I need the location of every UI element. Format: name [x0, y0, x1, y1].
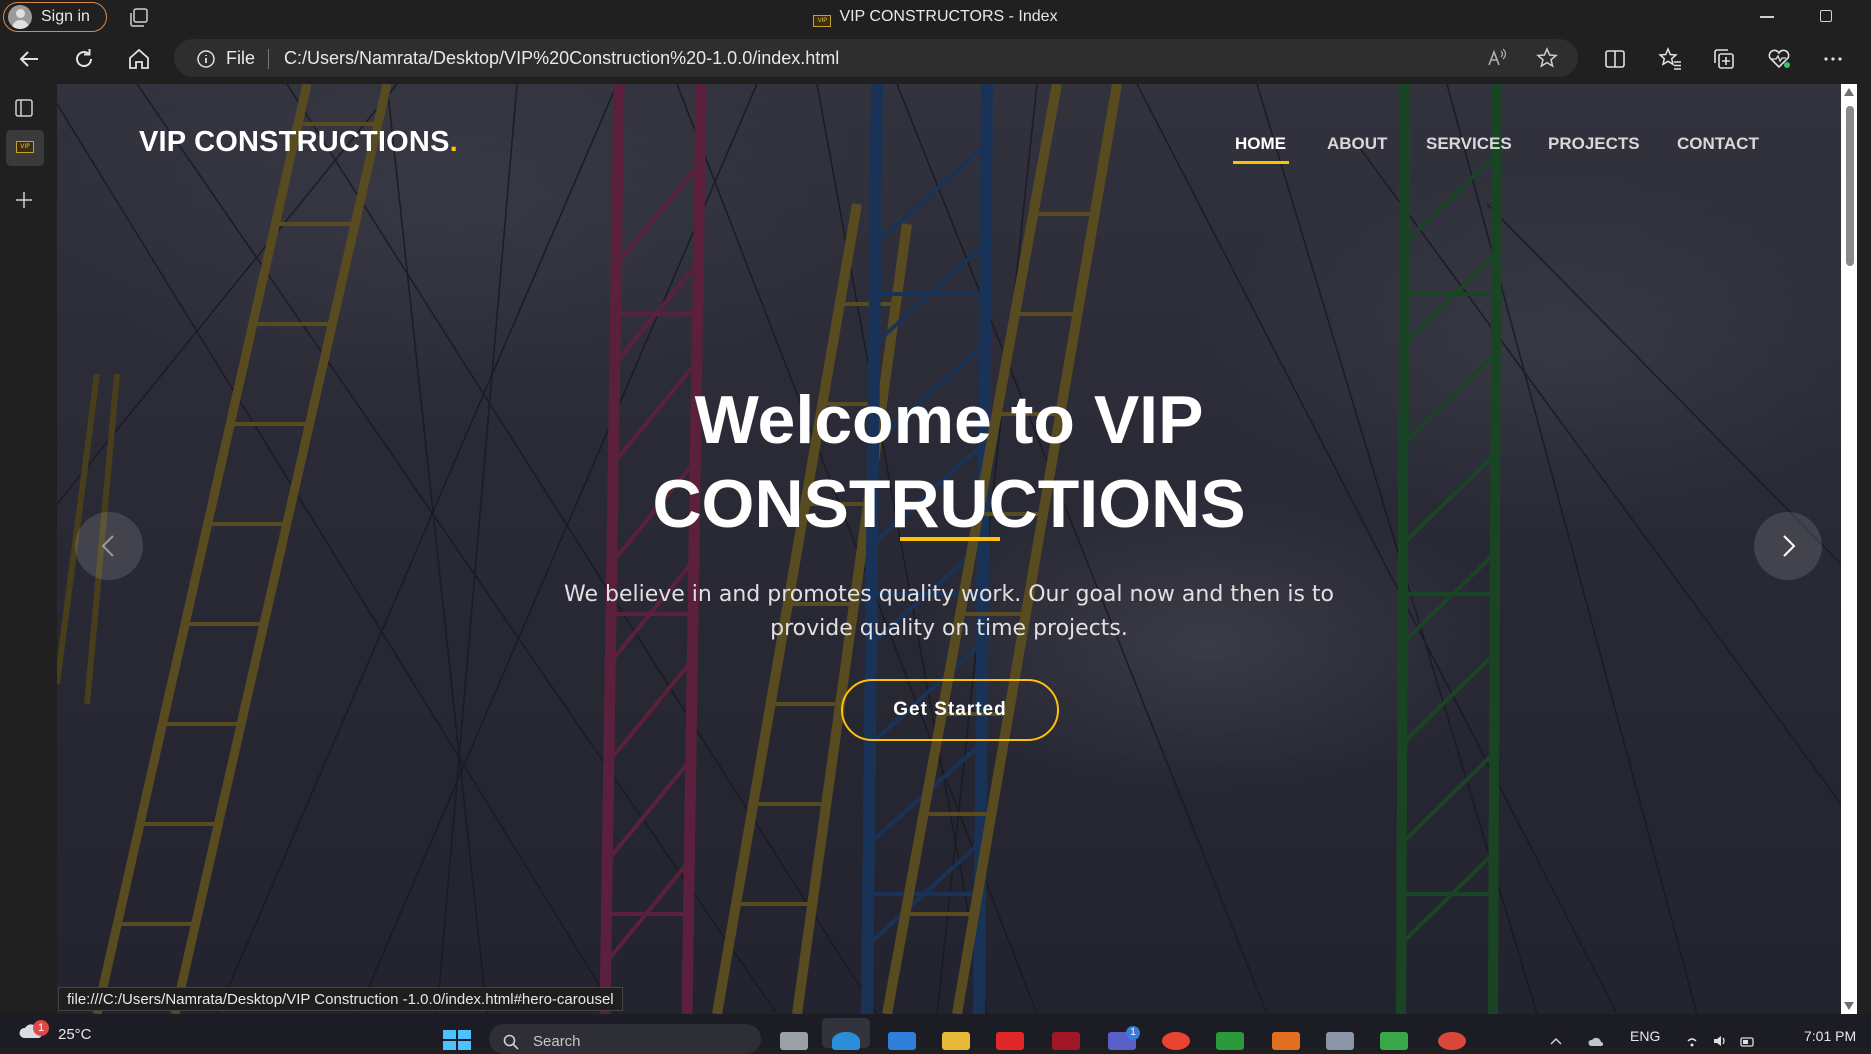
site-logo[interactable]: VIP CONSTRUCTIONS. — [139, 126, 458, 159]
show-hidden-icons-chevron-icon[interactable] — [1548, 1034, 1564, 1048]
info-icon[interactable] — [196, 49, 216, 69]
window-title: VIP VIP CONSTRUCTORS - Index — [0, 8, 1871, 27]
edge-browser-icon[interactable] — [832, 1032, 860, 1050]
battery-icon[interactable] — [1740, 1034, 1756, 1048]
home-icon[interactable] — [126, 46, 152, 72]
nav-services[interactable]: SERVICES — [1426, 134, 1512, 154]
title-bar: Sign in VIP VIP CONSTRUCTORS - Index — [0, 0, 1871, 34]
onedrive-cloud-icon[interactable] — [1588, 1034, 1604, 1048]
nav-contact[interactable]: CONTACT — [1677, 134, 1759, 154]
scroll-down-arrow-icon[interactable] — [1844, 1002, 1854, 1010]
more-icon[interactable] — [1820, 46, 1846, 72]
vertical-tabs-sidebar: VIP — [0, 84, 57, 1014]
xbox-icon[interactable] — [1216, 1032, 1244, 1050]
vscode-icon[interactable] — [888, 1032, 916, 1050]
browser-essentials-icon[interactable] — [1766, 46, 1792, 72]
volume-icon[interactable] — [1712, 1034, 1728, 1048]
window-title-text: VIP CONSTRUCTORS - Index — [839, 8, 1058, 25]
address-url[interactable]: C:/Users/Namrata/Desktop/VIP%20Construct… — [284, 48, 839, 69]
file-explorer-icon[interactable] — [942, 1032, 970, 1050]
nav-active-underline — [1233, 161, 1289, 164]
split-screen-icon[interactable] — [1602, 46, 1628, 72]
site-favicon: VIP — [813, 15, 832, 27]
weather-badge: 1 — [33, 1020, 49, 1036]
address-scheme: File — [226, 48, 256, 68]
hero-title-line-2: CONSTRUCTIONS — [652, 466, 1246, 542]
scrollbar-thumb[interactable] — [1846, 106, 1854, 266]
chevron-right-icon — [1783, 535, 1796, 557]
tab-vip-constructors[interactable]: VIP — [6, 130, 44, 166]
hero-dark-overlay — [57, 84, 1841, 1014]
app-icon-red[interactable] — [1052, 1032, 1080, 1050]
nav-about[interactable]: ABOUT — [1327, 134, 1387, 154]
taskbar-search[interactable]: Search — [489, 1024, 761, 1054]
sublime-text-icon[interactable] — [1272, 1032, 1300, 1050]
wifi-icon[interactable] — [1684, 1034, 1700, 1048]
hero-subtitle-line-2: provide quality on time projects. — [770, 616, 1128, 641]
browser-toolbar: File C:/Users/Namrata/Desktop/VIP%20Cons… — [0, 34, 1871, 84]
vertical-tabs-icon[interactable] — [14, 98, 34, 118]
chrome-icon[interactable] — [1162, 1032, 1190, 1050]
hero-title-line-1: Welcome to VIP — [694, 382, 1204, 458]
clock-time[interactable]: 7:01 PM — [1804, 1028, 1856, 1044]
back-icon[interactable] — [16, 46, 42, 72]
read-aloud-icon[interactable] — [1486, 47, 1508, 69]
task-view-icon[interactable] — [780, 1032, 808, 1050]
hero-subtitle-line-1: We believe in and promotes quality work.… — [564, 582, 1334, 607]
web-page: VIP CONSTRUCTIONS. HOME ABOUT SERVICES P… — [57, 84, 1841, 1014]
get-started-button[interactable]: Get Started — [841, 679, 1059, 741]
carousel-next-button[interactable] — [1754, 512, 1822, 580]
taskbar: 1 25°C Search 1 ENG 7:01 PM — [0, 1014, 1871, 1054]
google-drive-icon[interactable] — [1380, 1032, 1408, 1050]
link-status-tooltip: file:///C:/Users/Namrata/Desktop/VIP Con… — [58, 987, 623, 1011]
language-indicator[interactable]: ENG — [1630, 1028, 1660, 1044]
nav-projects[interactable]: PROJECTS — [1548, 134, 1640, 154]
scroll-up-arrow-icon[interactable] — [1844, 88, 1854, 96]
taskbar-search-placeholder: Search — [533, 1033, 581, 1050]
chevron-left-icon — [101, 535, 114, 557]
favorites-icon[interactable] — [1657, 46, 1683, 72]
hero-divider — [900, 537, 1000, 541]
collections-icon[interactable] — [1711, 46, 1737, 72]
weather-temperature[interactable]: 25°C — [58, 1026, 92, 1043]
site-logo-text: VIP CONSTRUCTIONS — [139, 126, 450, 158]
site-logo-dot: . — [449, 126, 458, 158]
refresh-icon[interactable] — [71, 46, 97, 72]
site-favicon: VIP — [16, 141, 34, 153]
minimize-icon[interactable] — [1760, 16, 1774, 18]
settings-icon[interactable] — [1326, 1032, 1354, 1050]
restore-icon[interactable] — [1820, 10, 1832, 22]
address-bar[interactable]: File C:/Users/Namrata/Desktop/VIP%20Cons… — [174, 39, 1578, 77]
chrome-profile-icon[interactable] — [1438, 1032, 1466, 1050]
teams-badge: 1 — [1126, 1026, 1140, 1040]
nav-home[interactable]: HOME — [1235, 134, 1286, 154]
windows-start-icon[interactable] — [443, 1030, 471, 1050]
address-separator — [268, 49, 269, 69]
new-tab-icon[interactable] — [14, 190, 34, 210]
page-scrollbar[interactable] — [1841, 84, 1857, 1014]
youtube-icon[interactable] — [996, 1032, 1024, 1050]
carousel-prev-button[interactable] — [75, 512, 143, 580]
favorite-star-icon[interactable] — [1536, 47, 1558, 69]
